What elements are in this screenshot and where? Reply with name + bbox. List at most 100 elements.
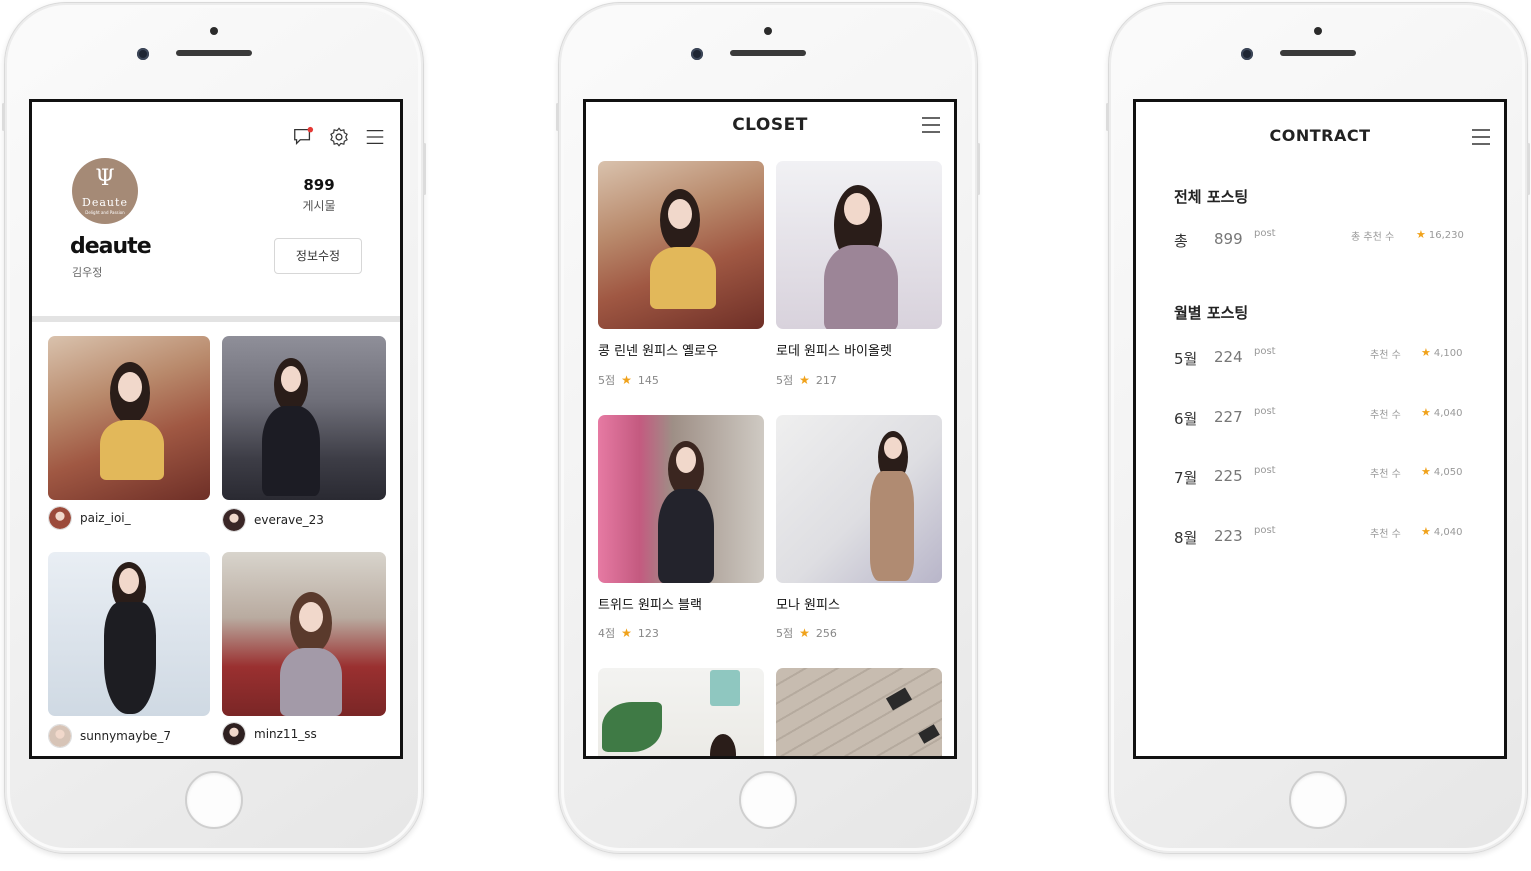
row-label: 5월 (1174, 350, 1198, 368)
closet-item-photo[interactable] (776, 415, 942, 583)
closet-item-photo[interactable] (776, 668, 942, 756)
star-icon: ★ (1421, 406, 1431, 419)
user-avatar (222, 508, 246, 532)
row-unit: post (1254, 406, 1276, 417)
total-posting-heading: 전체 포스팅 (1174, 188, 1249, 206)
star-icon: ★ (1416, 228, 1426, 241)
row-unit: post (1254, 525, 1276, 536)
rec-value-text: 16,230 (1428, 230, 1464, 241)
proximity-sensor (210, 27, 218, 35)
rec-value-text: 4,040 (1433, 408, 1463, 419)
closet-item-meta: 5점 ★ 217 (776, 372, 837, 388)
home-button[interactable] (185, 771, 243, 829)
posts-label: 게시물 (302, 199, 336, 213)
closet-item-name[interactable]: 로데 원피스 바이올렛 (776, 340, 892, 359)
star-icon: ★ (1421, 525, 1431, 538)
earpiece-speaker (176, 50, 252, 56)
star-icon: ★ (799, 626, 810, 640)
feed-username: sunnymaybe_7 (80, 729, 171, 743)
phone-contract: CONTRACT 전체 포스팅 총 899 post 총 추천 수 ★ 16,23… (1106, 2, 1530, 854)
power-button (977, 143, 980, 195)
item-score: 5점 (776, 374, 794, 387)
item-likes: 123 (637, 626, 659, 640)
row-count: 225 (1214, 467, 1243, 485)
closet-item-meta: 4점 ★ 123 (598, 625, 659, 641)
closet-item-meta: 5점 ★ 145 (598, 372, 659, 388)
feed-photo[interactable] (48, 552, 210, 716)
row-rec-label: 총 추천 수 (1351, 232, 1395, 243)
home-button[interactable] (739, 771, 797, 829)
star-icon: ★ (621, 373, 632, 387)
closet-item-photo[interactable] (598, 161, 764, 329)
feed-user[interactable]: everave_23 (222, 508, 324, 532)
edit-profile-button[interactable]: 정보수정 (274, 238, 362, 274)
rec-value-text: 4,100 (1433, 348, 1463, 359)
logo-monogram: Ψ (95, 166, 115, 191)
chat-icon[interactable] (292, 126, 314, 148)
feed-user[interactable]: sunnymaybe_7 (48, 724, 171, 748)
row-unit: post (1254, 228, 1276, 239)
row-count: 227 (1214, 408, 1243, 426)
front-camera (1241, 48, 1253, 60)
front-camera (691, 48, 703, 60)
contract-title: CONTRACT (1269, 126, 1371, 145)
row-label: 7월 (1174, 469, 1198, 487)
row-rec-label: 추천 수 (1370, 469, 1401, 480)
row-rec-value: ★ 4,100 (1421, 346, 1463, 359)
mute-switch (1106, 103, 1109, 131)
user-avatar (48, 506, 72, 530)
closet-item-photo[interactable] (598, 415, 764, 583)
item-score: 5점 (776, 627, 794, 640)
star-icon: ★ (621, 626, 632, 640)
row-unit: post (1254, 465, 1276, 476)
feed-username: paiz_ioi_ (80, 511, 131, 525)
home-button[interactable] (1289, 771, 1347, 829)
posts-count: 899 (303, 176, 335, 194)
closet-screen: CLOSET 콩 린넨 원피스 옐로우 5점 ★ 145 로데 원피스 바이올렛… (583, 99, 957, 759)
closet-item-meta: 5점 ★ 256 (776, 625, 837, 641)
row-rec-value: ★ 4,040 (1421, 406, 1463, 419)
earpiece-speaker (730, 50, 806, 56)
closet-item-name[interactable]: 트위드 원피스 블랙 (598, 594, 702, 613)
menu-icon[interactable] (1470, 128, 1492, 146)
menu-icon[interactable] (364, 126, 386, 148)
item-score: 5점 (598, 374, 616, 387)
gear-icon[interactable] (328, 126, 350, 148)
feed-photo[interactable] (48, 336, 210, 500)
profile-username: deaute (70, 234, 152, 259)
feed-photo[interactable] (222, 552, 386, 716)
closet-item-photo[interactable] (776, 161, 942, 329)
feed-photo[interactable] (222, 336, 386, 500)
profile-real-name: 김우정 (72, 266, 103, 279)
feed-user[interactable]: paiz_ioi_ (48, 506, 131, 530)
proximity-sensor (764, 27, 772, 35)
proximity-sensor (1314, 27, 1322, 35)
row-rec-value: ★ 4,040 (1421, 525, 1463, 538)
logo-wordmark: Deaute (82, 196, 128, 209)
row-rec-label: 추천 수 (1370, 529, 1401, 540)
user-avatar (48, 724, 72, 748)
row-label: 6월 (1174, 410, 1198, 428)
closet-item-name[interactable]: 콩 린넨 원피스 옐로우 (598, 340, 718, 359)
mute-switch (556, 103, 559, 131)
closet-item-photo[interactable] (598, 668, 764, 756)
closet-title: CLOSET (732, 115, 808, 135)
row-rec-value: ★ 4,050 (1421, 465, 1463, 478)
power-button (423, 143, 426, 195)
item-score: 4점 (598, 627, 616, 640)
row-rec-label: 추천 수 (1370, 410, 1401, 421)
profile-avatar[interactable]: Ψ Deaute Delight and Passion (72, 158, 138, 224)
profile-top-icons (292, 126, 386, 148)
logo-tagline: Delight and Passion (85, 210, 125, 215)
menu-icon[interactable] (920, 116, 942, 134)
item-likes: 145 (637, 373, 659, 387)
row-rec-label: 추천 수 (1370, 350, 1401, 361)
closet-item-name[interactable]: 모나 원피스 (776, 594, 840, 613)
section-divider (32, 316, 400, 322)
feed-user[interactable]: minz11_ss (222, 722, 317, 746)
row-count: 223 (1214, 527, 1243, 545)
star-icon: ★ (799, 373, 810, 387)
row-unit: post (1254, 346, 1276, 357)
monthly-row: 8월 223 post 추천 수 ★ 4,040 (1174, 525, 1466, 549)
power-button (1527, 143, 1530, 195)
